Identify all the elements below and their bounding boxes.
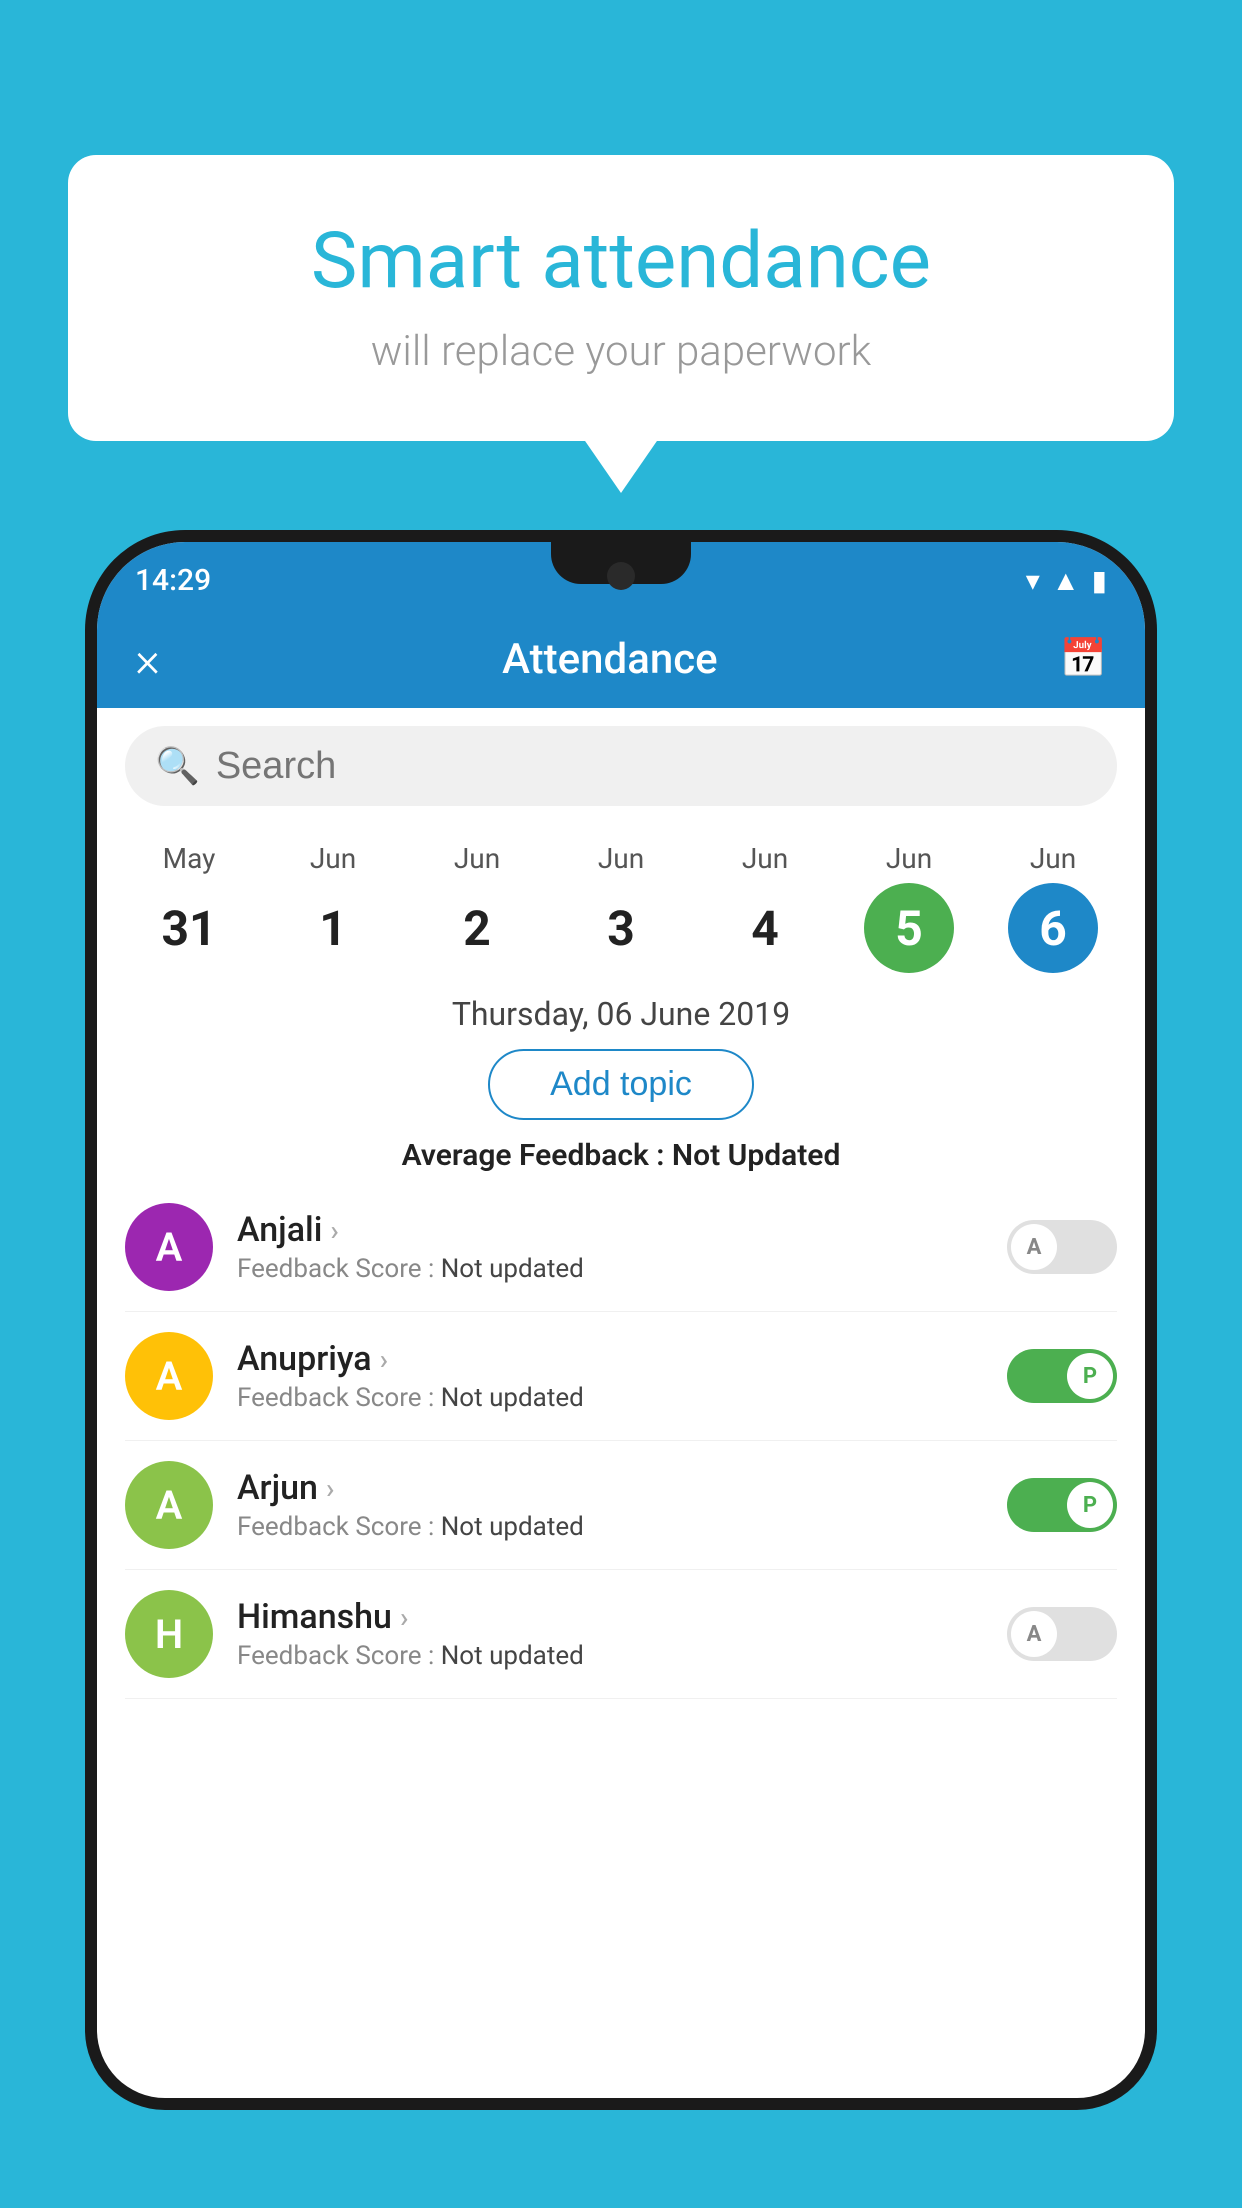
avatar: A <box>125 1203 213 1291</box>
student-list: A Anjali › Feedback Score : Not updated … <box>97 1183 1145 1699</box>
student-feedback: Feedback Score : Not updated <box>237 1383 991 1413</box>
toggle-knob: P <box>1067 1353 1113 1399</box>
bubble-title: Smart attendance <box>148 215 1094 309</box>
calendar-row: May 31 Jun 1 Jun 2 Jun 3 Jun 4 <box>97 824 1145 973</box>
student-info: Anjali › Feedback Score : Not updated <box>237 1210 991 1284</box>
search-icon: 🔍 <box>155 745 200 787</box>
selected-date-label: Thursday, 06 June 2019 <box>97 995 1145 1033</box>
list-item: H Himanshu › Feedback Score : Not update… <box>125 1570 1117 1699</box>
signal-icon: ▲ <box>1052 564 1080 597</box>
avg-feedback: Average Feedback : Not Updated <box>97 1138 1145 1173</box>
battery-icon: ▮ <box>1092 564 1107 597</box>
avatar: A <box>125 1461 213 1549</box>
date-col-jun5[interactable]: Jun 5 <box>849 842 969 973</box>
student-info: Himanshu › Feedback Score : Not updated <box>237 1597 991 1671</box>
attendance-toggle[interactable]: P <box>1007 1349 1117 1403</box>
list-item: A Anjali › Feedback Score : Not updated … <box>125 1183 1117 1312</box>
student-feedback: Feedback Score : Not updated <box>237 1254 991 1284</box>
list-item: A Anupriya › Feedback Score : Not update… <box>125 1312 1117 1441</box>
student-feedback: Feedback Score : Not updated <box>237 1512 991 1542</box>
chevron-right-icon: › <box>326 1472 334 1505</box>
toggle-present: P <box>1007 1478 1117 1532</box>
bubble-subtitle: will replace your paperwork <box>148 327 1094 376</box>
toggle-knob: P <box>1067 1482 1113 1528</box>
status-time: 14:29 <box>135 563 211 598</box>
avg-feedback-value: Not Updated <box>672 1138 840 1173</box>
avatar: H <box>125 1590 213 1678</box>
student-name[interactable]: Anupriya › <box>237 1339 991 1379</box>
student-feedback: Feedback Score : Not updated <box>237 1641 991 1671</box>
student-info: Arjun › Feedback Score : Not updated <box>237 1468 991 1542</box>
avatar: A <box>125 1332 213 1420</box>
phone-camera <box>607 562 635 590</box>
attendance-toggle[interactable]: A <box>1007 1607 1117 1661</box>
status-icons: ▾ ▲ ▮ <box>1026 564 1107 597</box>
app-header: × Attendance 📅 <box>97 610 1145 708</box>
avg-feedback-label: Average Feedback : <box>402 1138 672 1173</box>
date-col-jun3[interactable]: Jun 3 <box>561 842 681 973</box>
chevron-right-icon: › <box>400 1601 408 1634</box>
list-item: A Arjun › Feedback Score : Not updated P <box>125 1441 1117 1570</box>
header-title: Attendance <box>502 635 717 684</box>
search-bar[interactable]: 🔍 <box>125 726 1117 806</box>
date-col-jun2[interactable]: Jun 2 <box>417 842 537 973</box>
toggle-absent: A <box>1007 1607 1117 1661</box>
toggle-absent: A <box>1007 1220 1117 1274</box>
date-col-jun6[interactable]: Jun 6 <box>993 842 1113 973</box>
attendance-toggle[interactable]: P <box>1007 1478 1117 1532</box>
phone-screen: 14:29 ▾ ▲ ▮ × Attendance 📅 🔍 <box>97 542 1145 2098</box>
date-col-jun1[interactable]: Jun 1 <box>273 842 393 973</box>
student-name[interactable]: Himanshu › <box>237 1597 991 1637</box>
student-info: Anupriya › Feedback Score : Not updated <box>237 1339 991 1413</box>
search-input[interactable] <box>216 745 1087 788</box>
phone-notch <box>551 542 691 584</box>
close-button[interactable]: × <box>135 631 160 688</box>
phone-container: 14:29 ▾ ▲ ▮ × Attendance 📅 🔍 <box>85 530 1157 2208</box>
add-topic-button[interactable]: Add topic <box>488 1049 754 1120</box>
toggle-knob: A <box>1011 1224 1057 1270</box>
student-name[interactable]: Arjun › <box>237 1468 991 1508</box>
phone-outer: 14:29 ▾ ▲ ▮ × Attendance 📅 🔍 <box>85 530 1157 2110</box>
date-col-may31[interactable]: May 31 <box>129 842 249 973</box>
calendar-icon[interactable]: 📅 <box>1060 637 1107 681</box>
wifi-icon: ▾ <box>1026 564 1040 597</box>
toggle-knob: A <box>1011 1611 1057 1657</box>
chevron-right-icon: › <box>380 1343 388 1376</box>
chevron-right-icon: › <box>330 1214 338 1247</box>
date-col-jun4[interactable]: Jun 4 <box>705 842 825 973</box>
toggle-present: P <box>1007 1349 1117 1403</box>
attendance-toggle[interactable]: A <box>1007 1220 1117 1274</box>
student-name[interactable]: Anjali › <box>237 1210 991 1250</box>
speech-bubble: Smart attendance will replace your paper… <box>68 155 1174 441</box>
speech-bubble-container: Smart attendance will replace your paper… <box>68 155 1174 441</box>
